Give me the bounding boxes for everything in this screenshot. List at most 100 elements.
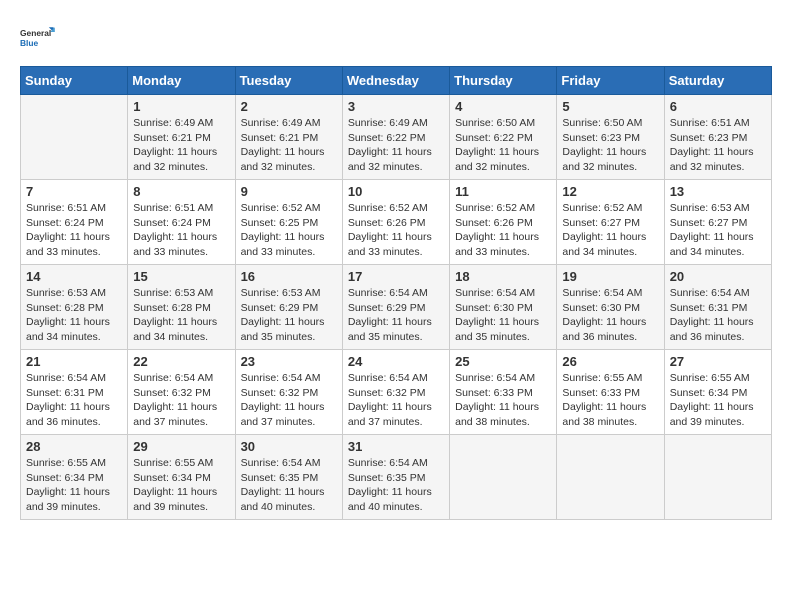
day-number: 29	[133, 439, 229, 454]
day-number: 17	[348, 269, 444, 284]
svg-text:Blue: Blue	[20, 38, 39, 48]
week-row-2: 7 Sunrise: 6:51 AMSunset: 6:24 PMDaylight…	[21, 180, 772, 265]
calendar-cell: 11Sunrise: 6:52 AMSunset: 6:26 PMDayligh…	[450, 180, 557, 265]
day-info: Sunrise: 6:53 AMSunset: 6:27 PMDaylight:…	[670, 201, 766, 260]
day-number: 26	[562, 354, 658, 369]
day-number: 30	[241, 439, 337, 454]
calendar-cell: 23 Sunrise: 6:54 AMSunset: 6:32 PMDayligh…	[235, 350, 342, 435]
day-number: 28	[26, 439, 122, 454]
calendar-table: SundayMondayTuesdayWednesdayThursdayFrid…	[20, 66, 772, 520]
day-number: 11	[455, 184, 551, 199]
day-info: Sunrise: 6:54 AMSunset: 6:32 PMDaylight:…	[133, 371, 229, 430]
day-number: 5	[562, 99, 658, 114]
page-header: GeneralBlue	[20, 20, 772, 56]
day-number: 21	[26, 354, 122, 369]
week-row-3: 14 Sunrise: 6:53 AMSunset: 6:28 PMDayligh…	[21, 265, 772, 350]
calendar-cell: 6 Sunrise: 6:51 AMSunset: 6:23 PMDaylight…	[664, 95, 771, 180]
svg-text:General: General	[20, 28, 51, 38]
calendar-cell: 13 Sunrise: 6:53 AMSunset: 6:27 PMDayligh…	[664, 180, 771, 265]
day-info: Sunrise: 6:49 AMSunset: 6:21 PMDaylight:…	[133, 116, 229, 175]
day-info: Sunrise: 6:52 AMSunset: 6:25 PMDaylight:…	[241, 201, 337, 260]
calendar-cell: 8 Sunrise: 6:51 AMSunset: 6:24 PMDaylight…	[128, 180, 235, 265]
day-number: 12	[562, 184, 658, 199]
calendar-cell: 9Sunrise: 6:52 AMSunset: 6:25 PMDaylight…	[235, 180, 342, 265]
calendar-cell: 22 Sunrise: 6:54 AMSunset: 6:32 PMDayligh…	[128, 350, 235, 435]
day-number: 24	[348, 354, 444, 369]
calendar-cell	[664, 435, 771, 520]
day-number: 23	[241, 354, 337, 369]
calendar-cell: 27 Sunrise: 6:55 AMSunset: 6:34 PMDayligh…	[664, 350, 771, 435]
header-day-thursday: Thursday	[450, 67, 557, 95]
header-day-sunday: Sunday	[21, 67, 128, 95]
header-day-monday: Monday	[128, 67, 235, 95]
calendar-cell: 25Sunrise: 6:54 AMSunset: 6:33 PMDayligh…	[450, 350, 557, 435]
day-number: 14	[26, 269, 122, 284]
calendar-cell: 2 Sunrise: 6:49 AMSunset: 6:21 PMDaylight…	[235, 95, 342, 180]
day-info: Sunrise: 6:54 AMSunset: 6:30 PMDaylight:…	[455, 286, 551, 345]
day-number: 25	[455, 354, 551, 369]
day-info: Sunrise: 6:51 AMSunset: 6:23 PMDaylight:…	[670, 116, 766, 175]
calendar-cell: 16 Sunrise: 6:53 AMSunset: 6:29 PMDayligh…	[235, 265, 342, 350]
day-info: Sunrise: 6:49 AMSunset: 6:21 PMDaylight:…	[241, 116, 337, 175]
calendar-cell: 14 Sunrise: 6:53 AMSunset: 6:28 PMDayligh…	[21, 265, 128, 350]
day-info: Sunrise: 6:53 AMSunset: 6:28 PMDaylight:…	[26, 286, 122, 345]
day-info: Sunrise: 6:55 AMSunset: 6:34 PMDaylight:…	[26, 456, 122, 515]
header-row: SundayMondayTuesdayWednesdayThursdayFrid…	[21, 67, 772, 95]
day-info: Sunrise: 6:53 AMSunset: 6:29 PMDaylight:…	[241, 286, 337, 345]
day-number: 2	[241, 99, 337, 114]
week-row-5: 28 Sunrise: 6:55 AMSunset: 6:34 PMDayligh…	[21, 435, 772, 520]
day-number: 4	[455, 99, 551, 114]
day-number: 18	[455, 269, 551, 284]
day-info: Sunrise: 6:54 AMSunset: 6:35 PMDaylight:…	[241, 456, 337, 515]
day-info: Sunrise: 6:53 AMSunset: 6:28 PMDaylight:…	[133, 286, 229, 345]
day-number: 27	[670, 354, 766, 369]
calendar-cell: 12 Sunrise: 6:52 AMSunset: 6:27 PMDayligh…	[557, 180, 664, 265]
calendar-cell: 20 Sunrise: 6:54 AMSunset: 6:31 PMDayligh…	[664, 265, 771, 350]
calendar-cell: 24 Sunrise: 6:54 AMSunset: 6:32 PMDayligh…	[342, 350, 449, 435]
calendar-cell: 5 Sunrise: 6:50 AMSunset: 6:23 PMDaylight…	[557, 95, 664, 180]
calendar-cell: 1 Sunrise: 6:49 AMSunset: 6:21 PMDaylight…	[128, 95, 235, 180]
header-day-tuesday: Tuesday	[235, 67, 342, 95]
calendar-header: SundayMondayTuesdayWednesdayThursdayFrid…	[21, 67, 772, 95]
day-info: Sunrise: 6:49 AMSunset: 6:22 PMDaylight:…	[348, 116, 444, 175]
day-number: 8	[133, 184, 229, 199]
day-info: Sunrise: 6:54 AMSunset: 6:31 PMDaylight:…	[26, 371, 122, 430]
calendar-cell: 31Sunrise: 6:54 AMSunset: 6:35 PMDayligh…	[342, 435, 449, 520]
day-info: Sunrise: 6:54 AMSunset: 6:32 PMDaylight:…	[241, 371, 337, 430]
day-number: 16	[241, 269, 337, 284]
day-info: Sunrise: 6:52 AMSunset: 6:26 PMDaylight:…	[348, 201, 444, 260]
day-number: 19	[562, 269, 658, 284]
day-number: 10	[348, 184, 444, 199]
day-number: 13	[670, 184, 766, 199]
day-info: Sunrise: 6:50 AMSunset: 6:23 PMDaylight:…	[562, 116, 658, 175]
calendar-body: 1 Sunrise: 6:49 AMSunset: 6:21 PMDaylight…	[21, 95, 772, 520]
day-number: 1	[133, 99, 229, 114]
day-info: Sunrise: 6:55 AMSunset: 6:34 PMDaylight:…	[133, 456, 229, 515]
logo: GeneralBlue	[20, 20, 56, 56]
day-info: Sunrise: 6:50 AMSunset: 6:22 PMDaylight:…	[455, 116, 551, 175]
calendar-cell: 15Sunrise: 6:53 AMSunset: 6:28 PMDayligh…	[128, 265, 235, 350]
day-info: Sunrise: 6:55 AMSunset: 6:34 PMDaylight:…	[670, 371, 766, 430]
week-row-4: 21 Sunrise: 6:54 AMSunset: 6:31 PMDayligh…	[21, 350, 772, 435]
calendar-cell: 28 Sunrise: 6:55 AMSunset: 6:34 PMDayligh…	[21, 435, 128, 520]
day-info: Sunrise: 6:52 AMSunset: 6:27 PMDaylight:…	[562, 201, 658, 260]
day-number: 6	[670, 99, 766, 114]
calendar-cell: 30 Sunrise: 6:54 AMSunset: 6:35 PMDayligh…	[235, 435, 342, 520]
calendar-cell: 26Sunrise: 6:55 AMSunset: 6:33 PMDayligh…	[557, 350, 664, 435]
calendar-cell: 17Sunrise: 6:54 AMSunset: 6:29 PMDayligh…	[342, 265, 449, 350]
calendar-cell	[557, 435, 664, 520]
logo-icon: GeneralBlue	[20, 20, 56, 56]
day-number: 20	[670, 269, 766, 284]
calendar-cell	[450, 435, 557, 520]
calendar-cell: 19 Sunrise: 6:54 AMSunset: 6:30 PMDayligh…	[557, 265, 664, 350]
day-info: Sunrise: 6:51 AMSunset: 6:24 PMDaylight:…	[133, 201, 229, 260]
day-info: Sunrise: 6:54 AMSunset: 6:31 PMDaylight:…	[670, 286, 766, 345]
day-info: Sunrise: 6:51 AMSunset: 6:24 PMDaylight:…	[26, 201, 122, 260]
calendar-cell: 3Sunrise: 6:49 AMSunset: 6:22 PMDaylight…	[342, 95, 449, 180]
day-number: 22	[133, 354, 229, 369]
calendar-cell: 21 Sunrise: 6:54 AMSunset: 6:31 PMDayligh…	[21, 350, 128, 435]
calendar-cell: 7 Sunrise: 6:51 AMSunset: 6:24 PMDaylight…	[21, 180, 128, 265]
day-info: Sunrise: 6:54 AMSunset: 6:30 PMDaylight:…	[562, 286, 658, 345]
day-info: Sunrise: 6:54 AMSunset: 6:32 PMDaylight:…	[348, 371, 444, 430]
day-number: 7	[26, 184, 122, 199]
